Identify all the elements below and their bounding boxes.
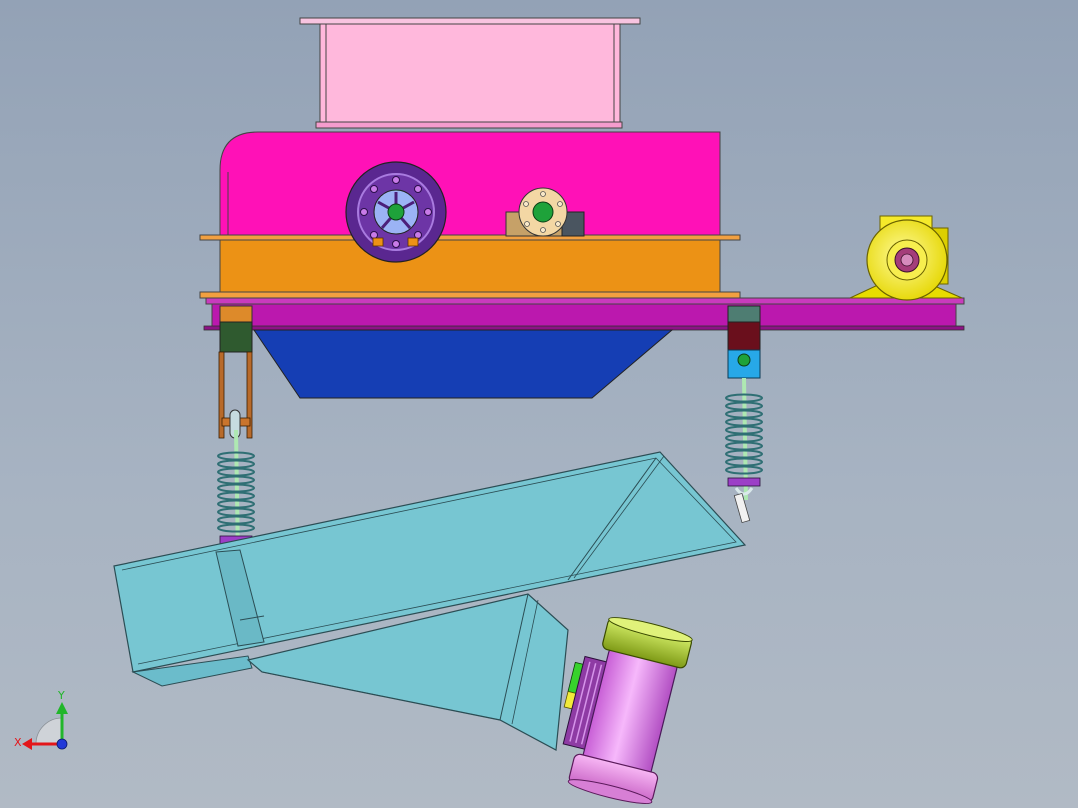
cad-viewport[interactable]: Y X [0, 0, 1078, 808]
coordinate-triad: Y X [14, 689, 68, 750]
flywheel[interactable] [345, 161, 447, 263]
crusher-upper-housing[interactable] [219, 131, 721, 237]
right-suspension-spring[interactable] [725, 377, 763, 524]
left-hanger-bracket[interactable] [218, 305, 253, 439]
right-hanger-bracket[interactable] [727, 305, 761, 379]
y-axis-label: Y [57, 689, 65, 702]
model-canvas[interactable]: Y X [0, 0, 1078, 808]
x-axis-label: X [14, 736, 22, 749]
drive-motor[interactable] [849, 215, 963, 301]
crusher-lower-housing[interactable] [199, 234, 741, 299]
z-axis-dot [56, 738, 68, 750]
support-frame[interactable] [203, 297, 965, 331]
discharge-chute[interactable] [253, 329, 674, 399]
hopper-inlet[interactable] [299, 17, 641, 129]
